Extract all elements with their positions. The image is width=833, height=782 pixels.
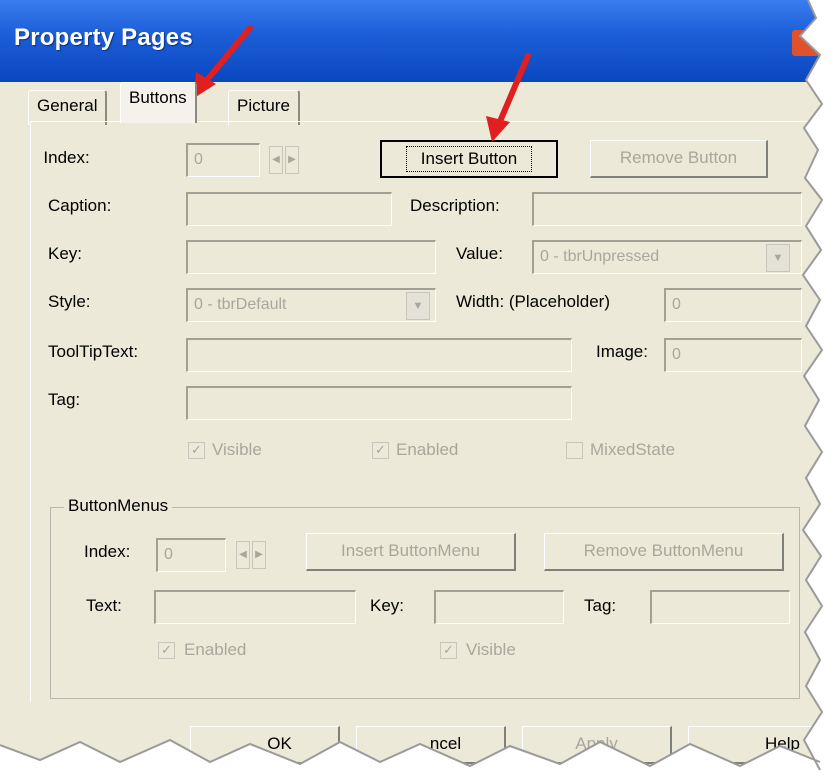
tab-buttons[interactable]: Buttons [120,82,197,123]
arrow-pointing-insert-button-icon [486,53,531,142]
